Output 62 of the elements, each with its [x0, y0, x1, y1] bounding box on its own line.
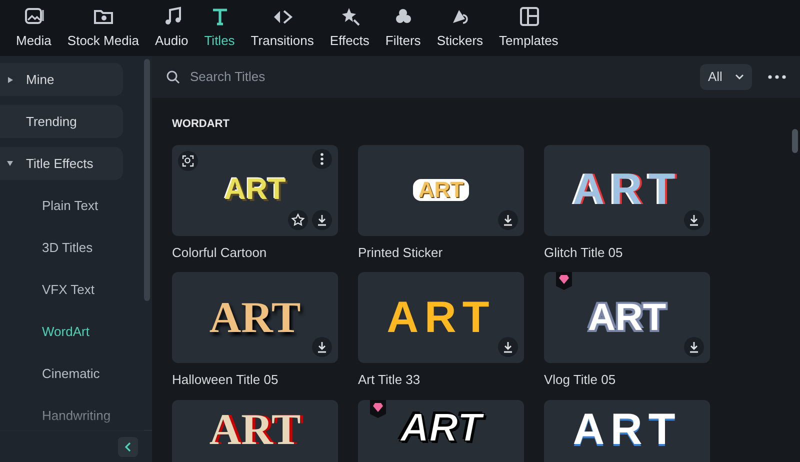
title-thumbnail[interactable]: ART [544, 400, 710, 462]
chevron-down-icon [735, 74, 744, 80]
title-name: Printed Sticker [358, 244, 444, 262]
chevron-left-icon [124, 442, 132, 452]
section-title: WORDART [172, 117, 230, 132]
preview-text: ART [588, 298, 666, 336]
category-item[interactable]: Mine [0, 63, 123, 96]
title-thumbnail[interactable]: ART [172, 144, 338, 236]
subcategory-item[interactable]: VFX Text [42, 273, 95, 306]
title-name: Colorful Cartoon [172, 244, 268, 262]
preview-text: ART [209, 296, 301, 340]
title-name: Glitch Title 05 [544, 244, 624, 262]
subcategory-item[interactable]: Plain Text [42, 189, 98, 222]
title-thumbnail[interactable]: ART [172, 272, 338, 363]
search-icon [166, 70, 180, 84]
subcategory-item[interactable]: 3D Titles [42, 231, 93, 264]
search-input[interactable]: Search Titles [190, 67, 690, 87]
category-item[interactable]: Title Effects [0, 147, 123, 180]
collapse-button[interactable] [118, 436, 138, 456]
toolbar-tab[interactable]: Media [8, 4, 60, 50]
toolbar-tab[interactable]: Transitions [242, 4, 322, 50]
download-icon[interactable] [312, 337, 332, 357]
toolbar-tab[interactable]: Filters [377, 4, 429, 50]
title-thumbnail[interactable]: ART [358, 400, 524, 462]
subcategory-item[interactable]: Cinematic [42, 357, 100, 390]
caret-down-icon [7, 161, 13, 166]
title-name: Halloween Title 05 [172, 371, 280, 389]
scrollbar-thumb[interactable] [144, 59, 150, 301]
scrollbar-thumb[interactable] [792, 129, 798, 153]
preview-text: ART [413, 179, 469, 201]
toolbar-tab[interactable]: Stickers [428, 4, 492, 50]
face-scan-icon[interactable] [178, 150, 198, 170]
preview-text: ART [400, 408, 482, 448]
templates-icon [518, 4, 540, 26]
title-thumbnail[interactable]: ART [358, 272, 524, 363]
category-item[interactable]: Trending [0, 105, 123, 138]
title-thumbnail[interactable]: ART [172, 400, 338, 462]
toolbar-tab[interactable]: Effects [322, 4, 378, 50]
more-icon[interactable] [768, 75, 786, 79]
download-icon[interactable] [312, 210, 332, 230]
title-thumbnail[interactable]: ART [544, 272, 710, 363]
title-thumbnail[interactable]: ART [544, 144, 710, 236]
more-icon[interactable] [312, 148, 332, 168]
toolbar-tab[interactable]: Titles [196, 4, 243, 50]
title-name: Art Title 33 [358, 371, 422, 389]
toolbar-tab[interactable]: Stock Media [59, 4, 147, 50]
filter-dropdown[interactable]: All [700, 64, 752, 90]
download-icon[interactable] [684, 337, 704, 357]
toolbar-tab[interactable]: Templates [491, 4, 566, 50]
caret-right-icon [8, 76, 13, 82]
download-icon[interactable] [684, 210, 704, 230]
download-icon[interactable] [498, 337, 518, 357]
toolbar-tab[interactable]: Audio [146, 4, 196, 50]
preview-text: ART [572, 168, 682, 212]
preview-text: ART [224, 175, 286, 205]
subcategory-item[interactable]: WordArt [42, 315, 90, 348]
download-icon[interactable] [498, 210, 518, 230]
preview-text: ART [386, 296, 496, 340]
preview-text: ART [209, 408, 301, 452]
title-name: Vlog Title 05 [544, 371, 617, 389]
preview-text: ART [572, 408, 682, 452]
subcategory-item[interactable]: Handwriting [42, 399, 111, 430]
